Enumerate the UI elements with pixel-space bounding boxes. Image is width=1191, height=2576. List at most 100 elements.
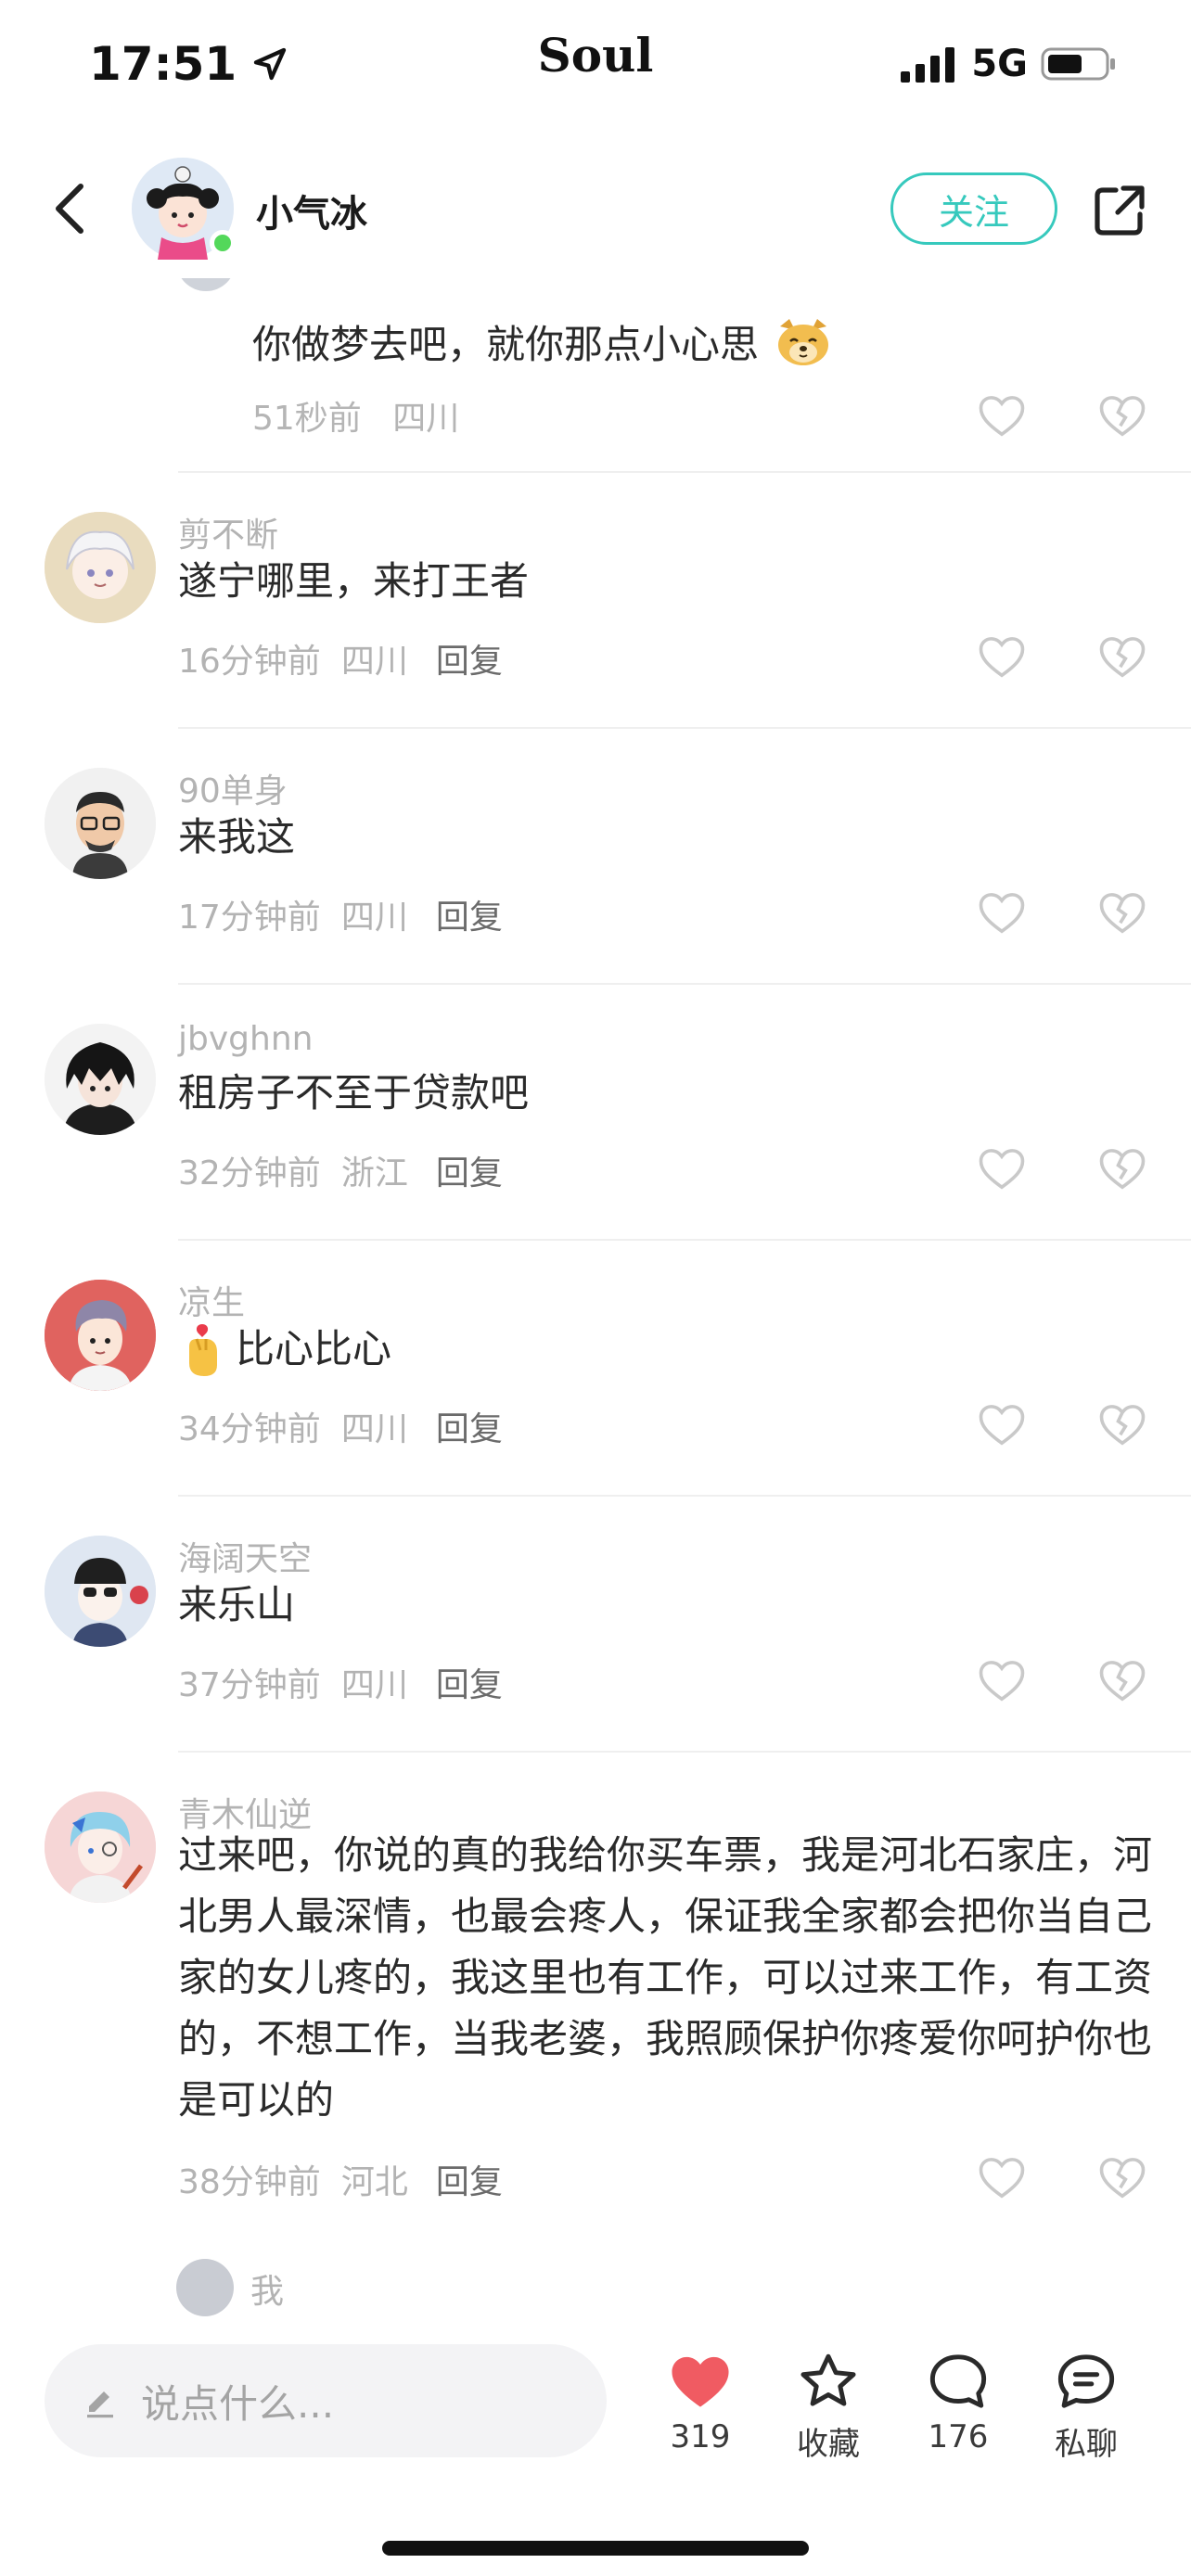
comment-avatar[interactable] xyxy=(45,1280,156,1391)
comment-text: 来我这 xyxy=(178,814,296,860)
author-name[interactable]: 小气冰 xyxy=(256,184,367,237)
comment-bubble-icon xyxy=(929,2354,987,2408)
comment-item: 青木仙逆 过来吧，你说的真的我给你买车票，我是河北石家庄，河北男人最深情，也最会… xyxy=(0,1753,1191,2235)
sub-reply-text-content: 你做梦去吧，就你那点小心思 xyxy=(252,322,760,367)
author-avatar[interactable] xyxy=(132,158,236,260)
avatar-image xyxy=(45,1536,156,1647)
comments-button[interactable]: 176 xyxy=(907,2352,1009,2455)
dislike-button[interactable] xyxy=(1095,1652,1150,1708)
heart-outline-icon xyxy=(979,2158,1025,2199)
reply-button[interactable]: 回复 xyxy=(436,1146,503,1194)
comment-location: 四川 xyxy=(340,899,408,937)
comment-list[interactable]: 你做梦去吧，就你那点小心思 51秒前 四川 剪不断 遂宁哪里，来打王者 16分钟… xyxy=(0,278,1191,2318)
private-chat-button[interactable]: 私聊 xyxy=(1035,2352,1137,2464)
comment-username[interactable]: jbvghnn xyxy=(178,1020,313,1058)
avatar-image xyxy=(45,1280,156,1391)
favorite-button[interactable]: 收藏 xyxy=(777,2352,879,2464)
share-button[interactable] xyxy=(1087,178,1152,243)
chat-message-icon xyxy=(1057,2354,1115,2408)
dislike-button[interactable] xyxy=(1095,1141,1150,1196)
nested-reply: 我 xyxy=(0,2235,1191,2318)
like-button[interactable] xyxy=(974,885,1030,940)
comment-location: 河北 xyxy=(340,2163,408,2201)
comment-avatar[interactable] xyxy=(45,1024,156,1135)
comment-username[interactable]: 凉生 xyxy=(178,1276,245,1324)
comment-time: 16分钟前 xyxy=(178,643,321,681)
signal-icon xyxy=(901,47,955,83)
dislike-button[interactable] xyxy=(1095,885,1150,940)
back-button[interactable] xyxy=(37,176,102,241)
follow-button[interactable]: 关注 xyxy=(890,172,1057,245)
like-button[interactable] xyxy=(974,2149,1030,2205)
nested-reply-user[interactable]: 我 xyxy=(250,2264,284,2313)
comment-username[interactable]: 90单身 xyxy=(178,764,288,812)
sub-reply: 你做梦去吧，就你那点小心思 51秒前 四川 xyxy=(0,278,1191,473)
chevron-left-icon xyxy=(56,184,83,234)
avatar-image xyxy=(45,768,156,879)
bottom-action-bar: 说点什么... 319 收藏 176 私聊 xyxy=(0,2318,1191,2576)
comment-text: 来乐山 xyxy=(178,1582,296,1627)
dislike-button[interactable] xyxy=(1095,629,1150,684)
like-button[interactable] xyxy=(974,1141,1030,1196)
dislike-button[interactable] xyxy=(1095,388,1150,443)
comment-text: 过来吧，你说的真的我给你买车票，我是河北石家庄，河北男人最深情，也最会疼人，保证… xyxy=(178,1832,1152,2123)
like-button[interactable] xyxy=(974,1652,1030,1708)
private-chat-label: 私聊 xyxy=(1055,2426,1118,2463)
dislike-button[interactable] xyxy=(1095,2149,1150,2205)
broken-heart-icon xyxy=(1099,1405,1146,1446)
comment-time: 32分钟前 xyxy=(178,1154,321,1192)
comment-text: 遂宁哪里，来打王者 xyxy=(178,558,530,604)
favorite-label: 收藏 xyxy=(797,2426,860,2463)
comment-username[interactable]: 剪不断 xyxy=(178,508,278,556)
comment-text: 比心比心 xyxy=(178,1319,1152,1380)
comment-item: 剪不断 遂宁哪里，来打王者 16分钟前 四川 回复 xyxy=(0,473,1191,729)
like-button[interactable] xyxy=(974,388,1030,443)
comment-meta: 17分钟前 四川 回复 xyxy=(178,890,503,938)
like-button[interactable] xyxy=(974,1396,1030,1452)
star-outline-icon xyxy=(800,2353,856,2406)
heart-filled-icon xyxy=(672,2356,729,2407)
share-external-icon xyxy=(1095,185,1145,236)
comment-time: 38分钟前 xyxy=(178,2163,321,2201)
comment-input[interactable]: 说点什么... xyxy=(45,2344,607,2457)
broken-heart-icon xyxy=(1099,2158,1146,2199)
status-right: 5G xyxy=(901,43,1117,85)
comment-count: 176 xyxy=(928,2418,989,2455)
heart-outline-icon xyxy=(979,396,1025,437)
comment-location: 四川 xyxy=(340,643,408,681)
reply-button[interactable]: 回复 xyxy=(436,1658,503,1706)
status-bar: 17:51 Soul 5G xyxy=(0,0,1191,130)
like-button[interactable] xyxy=(974,629,1030,684)
nested-reply-avatar xyxy=(176,2259,234,2316)
doge-emoji-icon xyxy=(775,317,832,378)
comment-username[interactable]: 海阔天空 xyxy=(178,1532,312,1580)
comment-avatar[interactable] xyxy=(45,768,156,879)
avatar-image xyxy=(45,512,156,623)
reply-button[interactable]: 回复 xyxy=(436,2155,503,2203)
avatar-image xyxy=(45,1024,156,1135)
heart-outline-icon xyxy=(979,637,1025,678)
comment-meta: 32分钟前 浙江 回复 xyxy=(178,1146,503,1194)
comment-avatar[interactable] xyxy=(45,512,156,623)
heart-outline-icon xyxy=(979,893,1025,934)
sub-reply-text: 你做梦去吧，就你那点小心思 xyxy=(252,313,832,378)
like-post-button[interactable]: 319 xyxy=(649,2352,751,2455)
comment-meta: 34分钟前 四川 回复 xyxy=(178,1402,503,1450)
comment-avatar[interactable] xyxy=(45,1792,156,1903)
home-indicator[interactable] xyxy=(382,2541,809,2556)
dislike-button[interactable] xyxy=(1095,1396,1150,1452)
comment-text-content: 比心比心 xyxy=(236,1326,392,1371)
broken-heart-icon xyxy=(1099,396,1146,437)
reply-button[interactable]: 回复 xyxy=(436,890,503,938)
comment-avatar[interactable] xyxy=(45,1536,156,1647)
comment-location: 浙江 xyxy=(340,1154,408,1192)
broken-heart-icon xyxy=(1099,893,1146,934)
comment-location: 四川 xyxy=(340,1666,408,1704)
reply-button[interactable]: 回复 xyxy=(436,634,503,682)
reply-button[interactable]: 回复 xyxy=(436,1402,503,1450)
comment-input-placeholder: 说点什么... xyxy=(141,2380,335,2427)
comment-time: 34分钟前 xyxy=(178,1410,321,1448)
comment-item: jbvghnn 租房子不至于贷款吧 32分钟前 浙江 回复 xyxy=(0,985,1191,1241)
avatar-image xyxy=(45,1792,156,1903)
like-count: 319 xyxy=(670,2418,731,2455)
